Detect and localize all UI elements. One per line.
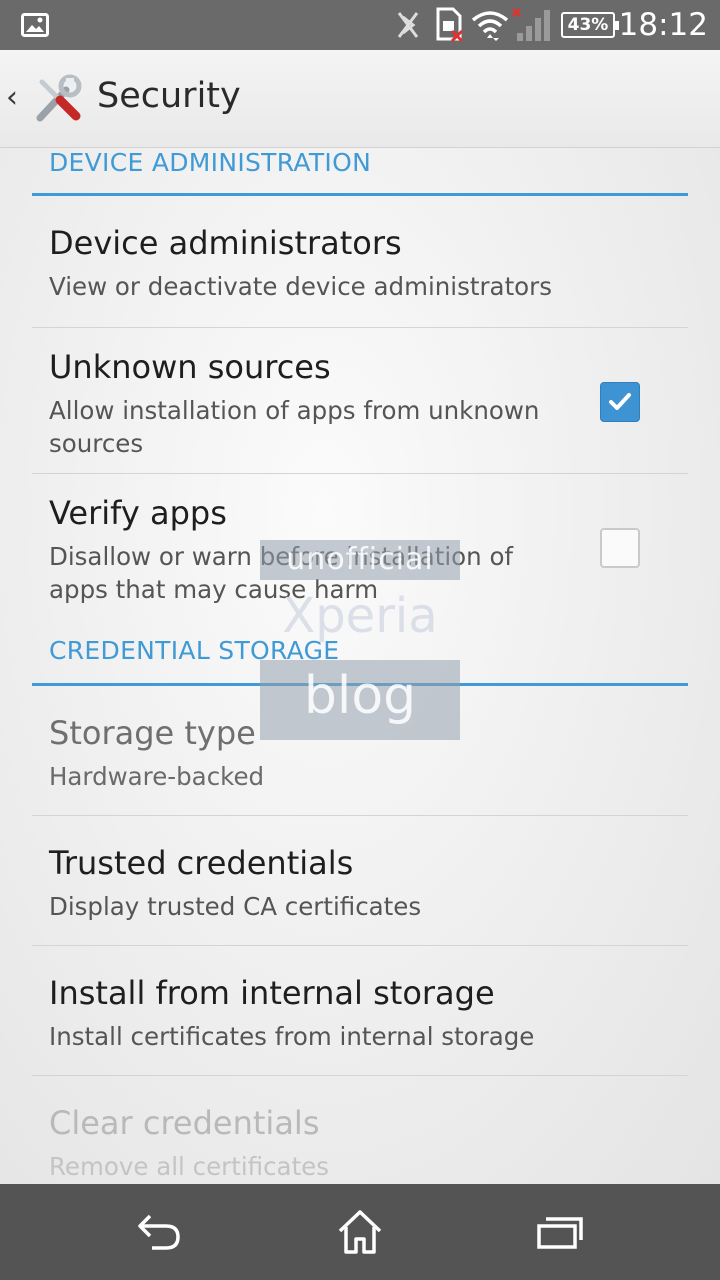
action-bar: ‹ Security [0,50,720,148]
section-header-device-administration: DEVICE ADMINISTRATION [32,148,688,196]
checkmark-icon [609,393,631,410]
pref-summary: Remove all certificates [49,1152,330,1181]
section-header-label: DEVICE ADMINISTRATION [49,148,372,177]
back-chevron-icon[interactable]: ‹ [6,80,18,115]
home-icon[interactable] [300,1184,420,1280]
back-icon[interactable] [100,1184,220,1280]
image-notification-icon [20,0,50,50]
nfc-off-icon [390,0,426,50]
pref-title: Trusted credentials [49,844,354,882]
section-header-label: CREDENTIAL STORAGE [49,636,340,665]
unknown-sources-checkbox[interactable] [600,382,640,422]
pref-title: Device administrators [49,224,402,262]
status-bar: 43% 18:12 [0,0,720,50]
wrench-screwdriver-icon[interactable] [30,72,86,128]
wifi-icon [470,0,510,50]
pref-title: Clear credentials [49,1104,320,1142]
pref-title: Storage type [49,714,256,752]
navigation-bar [0,1184,720,1280]
page-title: Security [97,76,241,116]
pref-title: Verify apps [49,494,227,532]
pref-clear-credentials: Clear credentials Remove all certificate… [32,1076,688,1184]
pref-title: Install from internal storage [49,974,495,1012]
pref-verify-apps[interactable]: Verify apps Disallow or warn before inst… [32,474,688,644]
pref-summary: Disallow or warn before installation of … [49,542,514,604]
pref-summary: Allow installation of apps from unknown … [49,396,540,458]
pref-summary: Install certificates from internal stora… [49,1022,535,1051]
pref-unknown-sources[interactable]: Unknown sources Allow installation of ap… [32,328,688,474]
verify-apps-checkbox[interactable] [600,528,640,568]
clock: 18:12 [618,7,708,43]
pref-install-from-internal-storage[interactable]: Install from internal storage Install ce… [32,946,688,1076]
signal-icon [510,0,552,50]
battery-icon: 43% [561,12,619,38]
pref-trusted-credentials[interactable]: Trusted credentials Display trusted CA c… [32,816,688,946]
recent-apps-icon[interactable] [500,1184,620,1280]
pref-title: Unknown sources [49,348,331,386]
pref-summary: Hardware-backed [49,762,265,791]
sim-error-icon [434,0,466,50]
settings-list[interactable]: DEVICE ADMINISTRATION Device administrat… [0,148,720,1184]
pref-storage-type: Storage type Hardware-backed [32,686,688,816]
pref-summary: Display trusted CA certificates [49,892,422,921]
section-header-credential-storage: CREDENTIAL STORAGE [32,636,688,686]
pref-summary: View or deactivate device administrators [49,272,553,301]
pref-device-administrators[interactable]: Device administrators View or deactivate… [32,196,688,328]
